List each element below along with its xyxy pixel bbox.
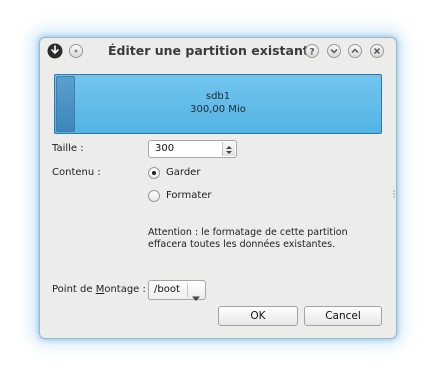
svg-text:?: ? (309, 48, 314, 58)
maximize-icon[interactable] (348, 44, 362, 58)
radio-selected-dot (152, 171, 156, 175)
size-label: Taille : (52, 143, 84, 154)
mount-point-label: Point de Montage : (52, 284, 146, 295)
mount-point-value[interactable]: /boot (154, 284, 180, 295)
partition-name: sdb1 (205, 91, 231, 102)
ok-button[interactable]: OK (218, 306, 298, 326)
resize-grip-icon[interactable] (393, 183, 395, 198)
partition-size: 300,00 Mio (190, 104, 246, 115)
chevron-down-icon[interactable] (191, 287, 201, 306)
radio-garder[interactable] (148, 167, 160, 179)
kde-window-menu-icon[interactable] (47, 43, 63, 59)
size-spinbox[interactable]: 300 (148, 140, 237, 158)
combo-divider (187, 283, 188, 297)
size-value[interactable]: 300 (155, 143, 174, 154)
minimize-icon[interactable] (327, 44, 341, 58)
help-icon[interactable]: ? (305, 44, 319, 58)
cancel-button[interactable]: Cancel (304, 306, 382, 326)
content-label: Contenu : (52, 167, 101, 178)
titlebar[interactable]: Éditer une partition existante ? (40, 38, 396, 64)
format-warning: Attention : le formatage de cette partit… (148, 227, 348, 250)
mount-point-combo[interactable]: /boot (148, 280, 206, 301)
close-icon[interactable] (370, 44, 384, 58)
radio-garder-label[interactable]: Garder (166, 167, 200, 178)
mount-label-post: ontage : (104, 284, 146, 295)
spin-arrows-icon[interactable] (222, 142, 235, 156)
window-title: Éditer une partition existante (108, 43, 318, 58)
partition-bar[interactable]: sdb1 300,00 Mio (54, 74, 382, 134)
pin-icon[interactable] (69, 44, 83, 58)
radio-formater[interactable] (148, 190, 160, 202)
radio-formater-label[interactable]: Formater (166, 190, 212, 201)
mount-label-pre: Point de (52, 284, 96, 295)
dialog-window: Éditer une partition existante ? sdb1 30… (39, 37, 397, 339)
